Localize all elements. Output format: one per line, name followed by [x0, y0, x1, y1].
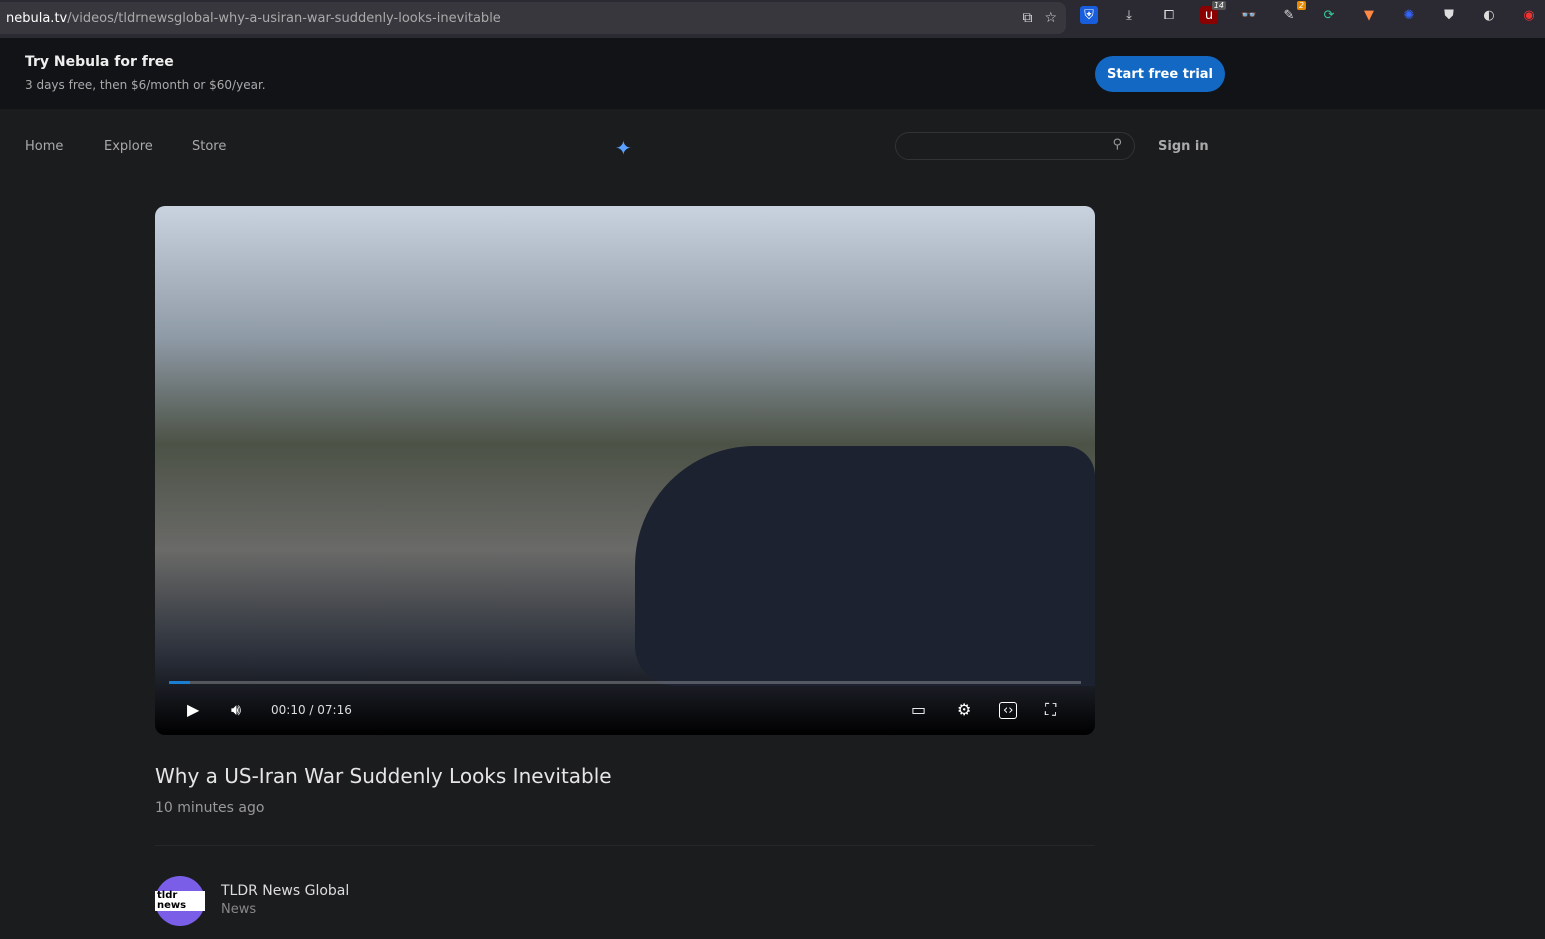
top-nav: Home Explore Store ✦ ⚲ Sign in [0, 109, 1545, 184]
glasses-extension-icon[interactable]: 👓 [1240, 6, 1258, 24]
cup-extension-icon[interactable]: ▼ [1360, 6, 1378, 24]
avatar-logo: tldr news [155, 891, 205, 911]
bitwarden-icon[interactable]: ⛨ [1080, 6, 1098, 24]
progress-fill [169, 681, 190, 684]
shield-extension-icon[interactable]: ⛊ [1440, 6, 1458, 24]
nav-explore[interactable]: Explore [104, 139, 153, 154]
nebula-logo-icon[interactable]: ✦ [615, 136, 632, 160]
notes-badge: 2 [1296, 1, 1306, 10]
search-input[interactable]: ⚲ [895, 132, 1135, 160]
promo-title: Try Nebula for free [25, 54, 174, 70]
promo-banner: Try Nebula for free 3 days free, then $6… [0, 38, 1545, 109]
search-icon[interactable]: ⚲ [1112, 137, 1122, 152]
notes-extension-icon[interactable]: ✎ 2 [1280, 1, 1306, 24]
fullscreen-icon[interactable]: ⛶ [1045, 700, 1056, 720]
nav-store[interactable]: Store [192, 139, 226, 154]
download-icon[interactable]: ⤓ [1120, 6, 1138, 24]
volume-icon[interactable]: 🔊︎ [231, 700, 241, 720]
extensions-icon[interactable]: ⧠ [1160, 6, 1178, 24]
ublock-badge: 14 [1211, 1, 1226, 10]
time-display: 00:10 / 07:16 [271, 703, 352, 717]
settings-gear-icon[interactable]: ⚙ [957, 700, 971, 719]
video-player[interactable]: ▶ 🔊︎ 00:10 / 07:16 ▭ ⚙ ‹› ⛶ [155, 206, 1095, 735]
divider [155, 845, 1095, 846]
sign-in-link[interactable]: Sign in [1158, 139, 1209, 154]
play-icon[interactable]: ▶ [187, 700, 199, 719]
bookmark-star-icon[interactable]: ☆ [1044, 10, 1057, 26]
video-title: Why a US-Iran War Suddenly Looks Inevita… [155, 764, 612, 788]
captions-icon[interactable]: ▭ [911, 700, 926, 719]
refresh-extension-icon[interactable]: ⟳ [1320, 6, 1338, 24]
record-extension-icon[interactable]: ◉ [1520, 6, 1538, 24]
reader-extension-icon[interactable]: ◐ [1480, 6, 1498, 24]
channel-category: News [221, 902, 257, 917]
ublock-icon[interactable]: u 14 [1200, 1, 1226, 24]
browser-toolbar: nebula.tv/videos/tldrnewsglobal-why-a-us… [0, 0, 1545, 38]
video-frame [635, 446, 1095, 686]
embed-icon[interactable]: ‹› [999, 702, 1018, 719]
progress-bar[interactable] [169, 681, 1081, 684]
promo-subtitle: 3 days free, then $6/month or $60/year. [25, 78, 266, 92]
address-bar[interactable]: nebula.tv/videos/tldrnewsglobal-why-a-us… [0, 2, 1066, 34]
channel-name[interactable]: TLDR News Global [221, 883, 349, 899]
start-free-trial-button[interactable]: Start free trial [1095, 56, 1225, 92]
nav-home[interactable]: Home [25, 139, 63, 154]
posted-time: 10 minutes ago [155, 800, 265, 816]
channel-avatar[interactable]: tldr news [155, 876, 205, 926]
translate-icon[interactable]: ⧉ [1022, 10, 1032, 26]
eu-extension-icon[interactable]: ✺ [1400, 6, 1418, 24]
